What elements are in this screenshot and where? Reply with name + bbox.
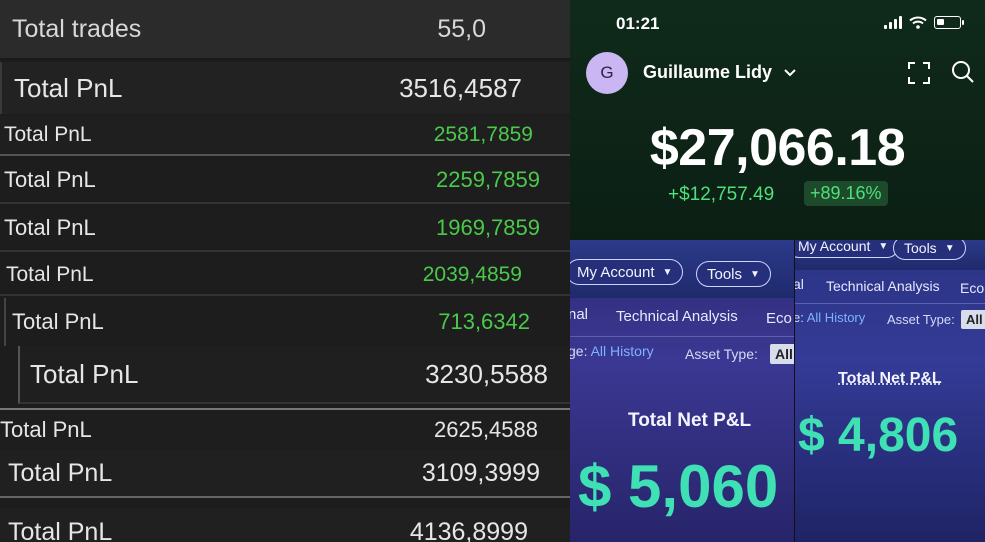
- asset-type-select[interactable]: All: [961, 310, 985, 329]
- chevron-down-icon[interactable]: [783, 68, 797, 78]
- total-pnl-row: Total PnL 2259,7859: [0, 158, 570, 204]
- broker-screenshot-right: My Account ▼ Tools ▼ al Technical Analysis…: [795, 240, 985, 542]
- row-label: Total PnL: [14, 72, 123, 103]
- row-label: Total PnL: [4, 123, 92, 146]
- date-range-value[interactable]: All History: [807, 310, 866, 325]
- my-account-dropdown[interactable]: My Account ▼: [795, 240, 900, 258]
- date-range-filter[interactable]: e: All History: [795, 310, 865, 325]
- total-pnl-row: Total PnL 2581,7859: [0, 116, 570, 156]
- date-range-label: ge:: [570, 343, 588, 359]
- row-label: Total PnL: [30, 358, 139, 389]
- tab-technical-analysis[interactable]: Technical Analysis: [826, 278, 940, 294]
- avatar[interactable]: G: [586, 52, 628, 94]
- asset-type-select[interactable]: All: [770, 344, 795, 364]
- my-account-label: My Account: [577, 263, 655, 281]
- tab-partial[interactable]: nal: [570, 306, 588, 323]
- date-range-filter[interactable]: ge: All History: [570, 343, 654, 359]
- asset-type-label: Asset Type:: [887, 312, 955, 327]
- phone-wallet-screenshot: 01:21 G Guillaume Lidy $27,066.18 +$12,7…: [570, 0, 985, 240]
- caret-down-icon: ▼: [750, 268, 760, 280]
- total-pnl-row: Total PnL 3109,3999: [0, 450, 570, 498]
- tools-label: Tools: [904, 240, 937, 256]
- account-balance: $27,066.18: [649, 119, 906, 177]
- balance-change-percent: +89.16%: [804, 181, 888, 206]
- row-label: Total PnL: [6, 263, 94, 286]
- row-value: 2039,4859: [422, 263, 522, 286]
- tab-economic-partial[interactable]: Eco: [960, 280, 984, 296]
- date-range-label: e:: [795, 310, 804, 325]
- signal-icon: [884, 16, 902, 29]
- row-value: 3516,4587: [399, 72, 522, 103]
- row-value: 2259,7859: [436, 167, 540, 192]
- search-icon[interactable]: [951, 60, 975, 84]
- total-pnl-row: Total PnL 4136,8999: [0, 508, 570, 542]
- status-icons: [884, 16, 964, 29]
- row-label: Total trades: [12, 14, 142, 43]
- row-label: Total PnL: [4, 167, 96, 192]
- row-label: Total PnL: [8, 517, 113, 542]
- row-label: Total PnL: [12, 309, 104, 334]
- total-pnl-row: Total PnL 2039,4859: [0, 256, 570, 296]
- account-name[interactable]: Guillaume Lidy: [643, 62, 772, 83]
- row-value: 713,6342: [438, 309, 530, 334]
- total-net-pnl-value: $ 5,060: [578, 453, 779, 520]
- asset-type-label: Asset Type:: [685, 346, 758, 362]
- row-value: 2581,7859: [433, 123, 533, 146]
- date-range-value[interactable]: All History: [591, 343, 654, 359]
- scan-icon[interactable]: [908, 62, 930, 84]
- my-account-label: My Account: [798, 240, 871, 254]
- total-pnl-row: Total PnL 3516,4587: [0, 62, 570, 114]
- total-net-pnl-heading: Total Net P&L: [838, 370, 942, 387]
- tab-strip-divider: [795, 303, 985, 304]
- broker-screenshot-left: My Account ▼ Tools ▼ nal Technical Analysi…: [570, 240, 795, 542]
- pnl-screenshot-stack: Total trades 55,0 Total PnL 3516,4587 To…: [0, 0, 570, 542]
- row-label: Total PnL: [0, 417, 92, 442]
- balance-change: +$12,757.49: [668, 184, 775, 205]
- total-pnl-row: Total PnL 1969,7859: [0, 206, 570, 252]
- tab-strip-divider: [570, 336, 795, 337]
- tab-partial[interactable]: al: [795, 276, 804, 292]
- row-value: 2625,4588: [434, 417, 538, 442]
- row-value: 55,0: [437, 14, 486, 43]
- my-account-dropdown[interactable]: My Account ▼: [570, 259, 684, 285]
- total-net-pnl-heading: Total Net P&L: [628, 410, 752, 431]
- total-trades-row: Total trades 55,0: [0, 0, 570, 60]
- tab-technical-analysis[interactable]: Technical Analysis: [616, 308, 738, 325]
- battery-icon: [934, 16, 964, 29]
- row-label: Total PnL: [4, 215, 96, 240]
- tools-dropdown[interactable]: Tools ▼: [696, 261, 771, 287]
- tab-economic-partial[interactable]: Eco: [766, 310, 792, 327]
- row-value: 3230,5588: [425, 358, 548, 389]
- total-net-pnl-value: $ 4,806: [798, 409, 959, 462]
- total-pnl-row: Total PnL 713,6342: [4, 298, 570, 346]
- caret-down-icon: ▼: [878, 240, 889, 252]
- row-label: Total PnL: [8, 458, 113, 487]
- total-pnl-row: Total PnL 3230,5588: [18, 346, 570, 404]
- row-value: 1969,7859: [436, 215, 540, 240]
- row-value: 3109,3999: [421, 458, 540, 487]
- wifi-icon: [909, 16, 927, 29]
- status-time: 01:21: [616, 14, 660, 33]
- tools-label: Tools: [707, 265, 743, 283]
- row-value: 4136,8999: [409, 517, 528, 542]
- caret-down-icon: ▼: [944, 242, 955, 254]
- tools-dropdown[interactable]: Tools ▼: [893, 240, 966, 260]
- total-pnl-row: Total PnL 2625,4588: [0, 408, 570, 450]
- caret-down-icon: ▼: [662, 266, 673, 278]
